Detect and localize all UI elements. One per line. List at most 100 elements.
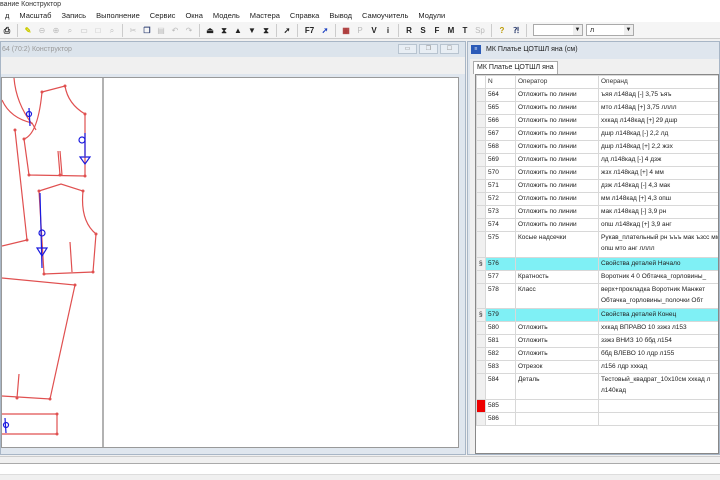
row-marker[interactable]: § (476, 308, 486, 323)
row-operator[interactable]: Отложить по линии (515, 153, 599, 167)
row-marker[interactable] (476, 373, 486, 400)
table-row[interactable]: 575 Косые надсечки Рукав_плательный рн ъъъ… (476, 231, 718, 258)
row-marker[interactable] (476, 282, 486, 310)
row-operator[interactable]: Кратность (515, 269, 599, 284)
r-button[interactable]: R (404, 24, 415, 37)
row-operator[interactable] (515, 256, 599, 271)
row-operator[interactable]: Класс (515, 282, 599, 310)
row-operand[interactable]: ззжз ВНИЗ 10 ббд л154 (598, 334, 718, 349)
column-header-operator[interactable]: Оператор (515, 75, 599, 89)
table-row[interactable]: 583 Отрезок л156 лдр xxкад (476, 360, 718, 375)
row-marker[interactable]: § (476, 256, 486, 271)
context-help-icon[interactable]: ⁈ (511, 24, 522, 37)
maximize-button[interactable]: ☐ (440, 44, 459, 54)
row-operand[interactable]: верх+прокладка Воротник Манжет Обтачка_г… (598, 282, 718, 310)
table-row[interactable]: 567 Отложить по линии дшр л148кад [-] 2,2 … (476, 127, 718, 141)
menu-item[interactable]: Окна (180, 9, 207, 22)
row-number[interactable]: 569 (485, 153, 516, 167)
row-operand[interactable]: Свойства деталей Начало (598, 256, 718, 271)
row-operator[interactable] (515, 398, 599, 413)
table-row[interactable]: § 576 Свойства деталей Начало (476, 256, 718, 271)
menu-item[interactable]: д (0, 9, 14, 22)
row-number[interactable]: 576 (485, 256, 516, 271)
row-operator[interactable]: Отложить по линии (515, 192, 599, 206)
row-marker[interactable] (476, 269, 486, 284)
row-marker[interactable] (476, 411, 486, 426)
f7-button[interactable]: F7 (303, 24, 317, 37)
row-operator[interactable]: Косые надсечки (515, 231, 599, 258)
row-operand[interactable]: мак л148кад [-] 3,9 рн (598, 205, 718, 219)
row-marker[interactable] (476, 166, 486, 180)
t-button[interactable]: T (460, 24, 471, 37)
row-operator[interactable]: Отложить по линии (515, 127, 599, 141)
row-marker[interactable] (476, 88, 486, 102)
row-operand[interactable]: дшр л148кад [+] 2,2 жзх (598, 140, 718, 154)
row-operator[interactable]: Отложить по линии (515, 179, 599, 193)
menu-item[interactable]: Сервис (145, 9, 181, 22)
row-marker[interactable] (476, 334, 486, 349)
row-operator[interactable]: Отложить (515, 334, 599, 349)
row-number[interactable]: 586 (485, 411, 516, 426)
row-number[interactable]: 578 (485, 282, 516, 310)
s-button[interactable]: S (418, 24, 429, 37)
row-marker[interactable] (476, 231, 486, 258)
row-number[interactable]: 570 (485, 166, 516, 180)
menu-item[interactable]: Выполнение (91, 9, 145, 22)
combo-2[interactable]: л ▼ (586, 24, 634, 36)
row-operand[interactable]: Воротник 4 0 Обтачка_горловины_ (598, 269, 718, 284)
row-operand[interactable]: мм л148кад [+] 4,3 опш (598, 192, 718, 206)
menu-item[interactable]: Запись (56, 9, 91, 22)
pencil-icon[interactable]: ✎ (23, 24, 34, 37)
row-number[interactable]: 572 (485, 192, 516, 206)
table-row[interactable]: 568 Отложить по линии дшр л148кад [+] 2,2 … (476, 140, 718, 154)
table-row[interactable]: 578 Класс верх+прокладка Воротник Манжет О… (476, 282, 718, 310)
row-marker[interactable] (476, 321, 486, 336)
table-row[interactable]: 577 Кратность Воротник 4 0 Обтачка_горлови… (476, 269, 718, 284)
table-row[interactable]: 585 (476, 398, 718, 413)
row-operator[interactable]: Деталь (515, 373, 599, 400)
row-number[interactable]: 566 (485, 114, 516, 128)
menu-item[interactable]: Справка (285, 9, 324, 22)
i-button[interactable]: i (383, 24, 394, 37)
pattern-icon[interactable]: ⏏ (205, 24, 216, 37)
row-number[interactable]: 568 (485, 140, 516, 154)
zoom-fit-icon[interactable]: □ (93, 24, 104, 37)
row-number[interactable]: 567 (485, 127, 516, 141)
table-row[interactable]: 569 Отложить по линии лд л148кад [-] 4 дзж (476, 153, 718, 167)
zoom-out-icon[interactable]: ⊖ (37, 24, 48, 37)
menu-item[interactable]: Модули (413, 9, 450, 22)
row-operand[interactable]: лд л148кад [-] 4 дзж (598, 153, 718, 167)
table-row[interactable]: 572 Отложить по линии мм л148кад [+] 4,3 о… (476, 192, 718, 206)
step-icon[interactable]: ➚ (282, 24, 293, 37)
row-operand[interactable]: Рукав_плательный рн ъъъ мак ъзсс мм ъзъ … (598, 231, 718, 258)
copy-icon[interactable]: ❐ (142, 24, 153, 37)
row-number[interactable]: 577 (485, 269, 516, 284)
row-marker[interactable] (476, 360, 486, 375)
minimize-button[interactable]: ▭ (398, 44, 417, 54)
row-number[interactable]: 564 (485, 88, 516, 102)
row-number[interactable]: 575 (485, 231, 516, 258)
row-marker[interactable] (476, 114, 486, 128)
run-up-icon[interactable]: ▲ (233, 24, 244, 37)
row-number[interactable]: 574 (485, 218, 516, 232)
drawing-canvas[interactable] (1, 77, 459, 448)
row-number[interactable]: 582 (485, 347, 516, 362)
f-button[interactable]: F (432, 24, 443, 37)
row-operator[interactable]: Отложить по линии (515, 166, 599, 180)
row-operator[interactable]: Отложить по линии (515, 218, 599, 232)
row-operand[interactable]: дзж л148кад [-] 4,3 мак (598, 179, 718, 193)
row-marker[interactable] (476, 153, 486, 167)
row-operator[interactable]: Отложить (515, 321, 599, 336)
p-button[interactable]: P (355, 24, 366, 37)
row-number[interactable]: 583 (485, 360, 516, 375)
row-number[interactable]: 565 (485, 101, 516, 115)
row-marker[interactable] (476, 140, 486, 154)
menu-item[interactable]: Мастера (245, 9, 285, 22)
column-header-n[interactable]: N (485, 75, 516, 89)
row-number[interactable]: 585 (485, 398, 516, 413)
run-blue-icon[interactable]: ➚ (320, 24, 331, 37)
run-to-icon[interactable]: ⧗ (261, 24, 272, 37)
menu-item[interactable]: Модель (208, 9, 245, 22)
row-operand[interactable]: дшр л148кад [-] 2,2 лд (598, 127, 718, 141)
table-row[interactable]: § 579 Свойства деталей Конец (476, 308, 718, 323)
